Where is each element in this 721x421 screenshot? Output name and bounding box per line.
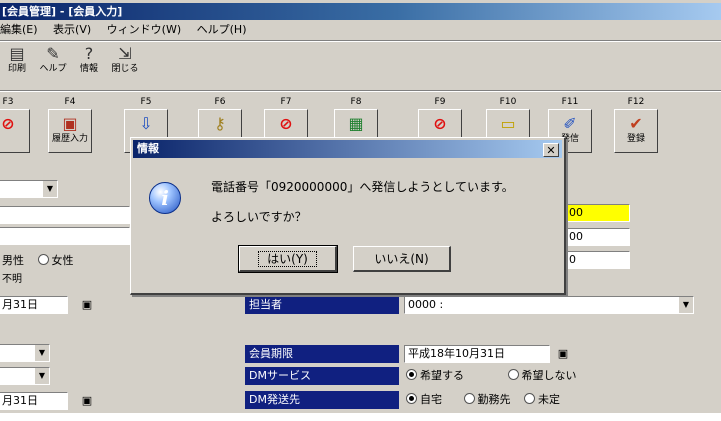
no-entry-icon: ⊘ — [433, 114, 447, 133]
fkey-f12-button[interactable]: ✔ 登録 — [614, 109, 658, 153]
dm-dest-home[interactable]: 自宅 — [406, 393, 442, 406]
join-date-label: 会員期限 — [245, 345, 399, 363]
print-button[interactable]: ▤ 印刷 — [0, 44, 34, 84]
radio-selected-icon — [406, 369, 417, 380]
dialog-title: 情報 — [137, 142, 159, 155]
chart-icon: ▦ — [348, 114, 364, 133]
dialog-close-button[interactable]: ✕ — [543, 143, 559, 157]
fkey-f4-button[interactable]: ▣ 履歴入力 — [48, 109, 92, 153]
gender-radio-group: 男性 女性 — [2, 253, 74, 269]
register-icon: ✔ — [629, 114, 643, 133]
join-date-input[interactable]: 平成18年10月31日 — [404, 345, 550, 363]
highlighted-field[interactable]: 00 — [565, 204, 630, 222]
calendar-icon[interactable]: ▣ — [556, 347, 570, 361]
category-select[interactable]: ▼ — [0, 180, 58, 198]
help-button[interactable]: ✎ ヘルプ — [36, 44, 70, 84]
info-dialog: 情報 ✕ i 電話番号「0920000000」へ発信しようとしています。 よろし… — [130, 137, 566, 295]
select-a[interactable]: ▼ — [0, 344, 50, 362]
dm-service-yes[interactable]: 希望する — [406, 369, 464, 382]
close-window-button[interactable]: ⇲ 閉じる — [108, 44, 142, 84]
kana-input[interactable] — [0, 227, 130, 245]
dm-service-no[interactable]: 希望しない — [507, 369, 577, 382]
gender-male-label[interactable]: 男性 — [2, 254, 24, 267]
chevron-down-icon: ▼ — [34, 345, 49, 361]
help-icon: ✎ — [46, 44, 60, 63]
field-b[interactable]: 00 — [565, 228, 630, 246]
date-input-2[interactable]: 月31日 — [0, 392, 68, 410]
fkey-f3-button[interactable]: ⊘ — [0, 109, 30, 153]
import-icon: ⇩ — [139, 114, 153, 133]
question-icon: ? — [84, 44, 94, 63]
dm-service-label: DMサービス — [245, 367, 399, 385]
radio-icon — [463, 393, 475, 404]
window-title: [会員管理] - [会員入力] — [2, 5, 123, 18]
fkey-f12[interactable]: F12 ✔ 登録 — [606, 97, 666, 155]
menu-separator — [0, 40, 721, 42]
calendar-icon[interactable]: ▣ — [80, 298, 94, 312]
fkey-f3[interactable]: F3 ⊘ — [0, 97, 38, 155]
key-icon: ⚷ — [214, 114, 226, 133]
chevron-down-icon: ▼ — [34, 368, 49, 384]
menu-view[interactable]: 表示(V) — [53, 22, 91, 38]
assignee-select[interactable]: 0000 : ▼ — [404, 296, 694, 314]
fkey-f4[interactable]: F4 ▣ 履歴入力 — [40, 97, 100, 155]
dm-dest-radio-group: 自宅 勤務先 未定 — [406, 392, 560, 408]
radio-icon — [37, 254, 49, 265]
unknown-label: 不明 — [2, 274, 22, 285]
yes-button[interactable]: はい(Y) — [238, 245, 338, 273]
no-entry-icon: ⊘ — [1, 114, 15, 133]
radio-selected-icon — [406, 393, 417, 404]
radio-icon — [524, 393, 535, 404]
printer-icon: ▤ — [9, 44, 25, 63]
menu-bar: 編集(E) 表示(V) ウィンドウ(W) ヘルプ(H) — [0, 22, 258, 38]
chevron-down-icon: ▼ — [42, 181, 57, 197]
dm-service-radio-group: 希望する 希望しない — [406, 368, 577, 384]
info-icon: i — [149, 182, 181, 214]
toolbar-separator — [0, 90, 721, 92]
assignee-label: 担当者 — [245, 296, 399, 314]
phone-pen-icon: ✐ — [563, 114, 577, 133]
main-window: [会員管理] - [会員入力] 編集(E) 表示(V) ウィンドウ(W) ヘルプ… — [0, 0, 721, 413]
field-c[interactable]: 0 — [565, 251, 630, 269]
select-b[interactable]: ▼ — [0, 367, 50, 385]
chevron-down-icon: ▼ — [678, 297, 693, 313]
notepad-icon: ▭ — [500, 114, 516, 133]
menu-help[interactable]: ヘルプ(H) — [197, 22, 247, 38]
dm-dest-label: DM発送先 — [245, 391, 399, 409]
dialog-question: よろしいですか？ — [211, 210, 307, 224]
gender-female-option[interactable]: 女性 — [37, 254, 74, 267]
birthdate-input[interactable]: 月31日 — [0, 296, 68, 314]
calendar-icon[interactable]: ▣ — [80, 394, 94, 408]
menu-edit[interactable]: 編集(E) — [0, 22, 38, 38]
window-titlebar: [会員管理] - [会員入力] — [0, 3, 721, 20]
name-input[interactable] — [0, 206, 130, 224]
dialog-titlebar: 情報 ✕ — [133, 140, 562, 158]
radio-icon — [507, 369, 519, 380]
info-button[interactable]: ? 情報 — [72, 44, 106, 84]
dm-dest-work[interactable]: 勤務先 — [463, 393, 511, 406]
menu-window[interactable]: ウィンドウ(W) — [107, 22, 181, 38]
no-button[interactable]: いいえ(N) — [353, 246, 451, 272]
close-icon: ⇲ — [118, 44, 132, 63]
history-input-icon: ▣ — [62, 114, 78, 133]
no-entry-icon: ⊘ — [279, 114, 293, 133]
dialog-message: 電話番号「0920000000」へ発信しようとしています。 — [211, 180, 514, 194]
dm-dest-undecided[interactable]: 未定 — [524, 393, 560, 406]
